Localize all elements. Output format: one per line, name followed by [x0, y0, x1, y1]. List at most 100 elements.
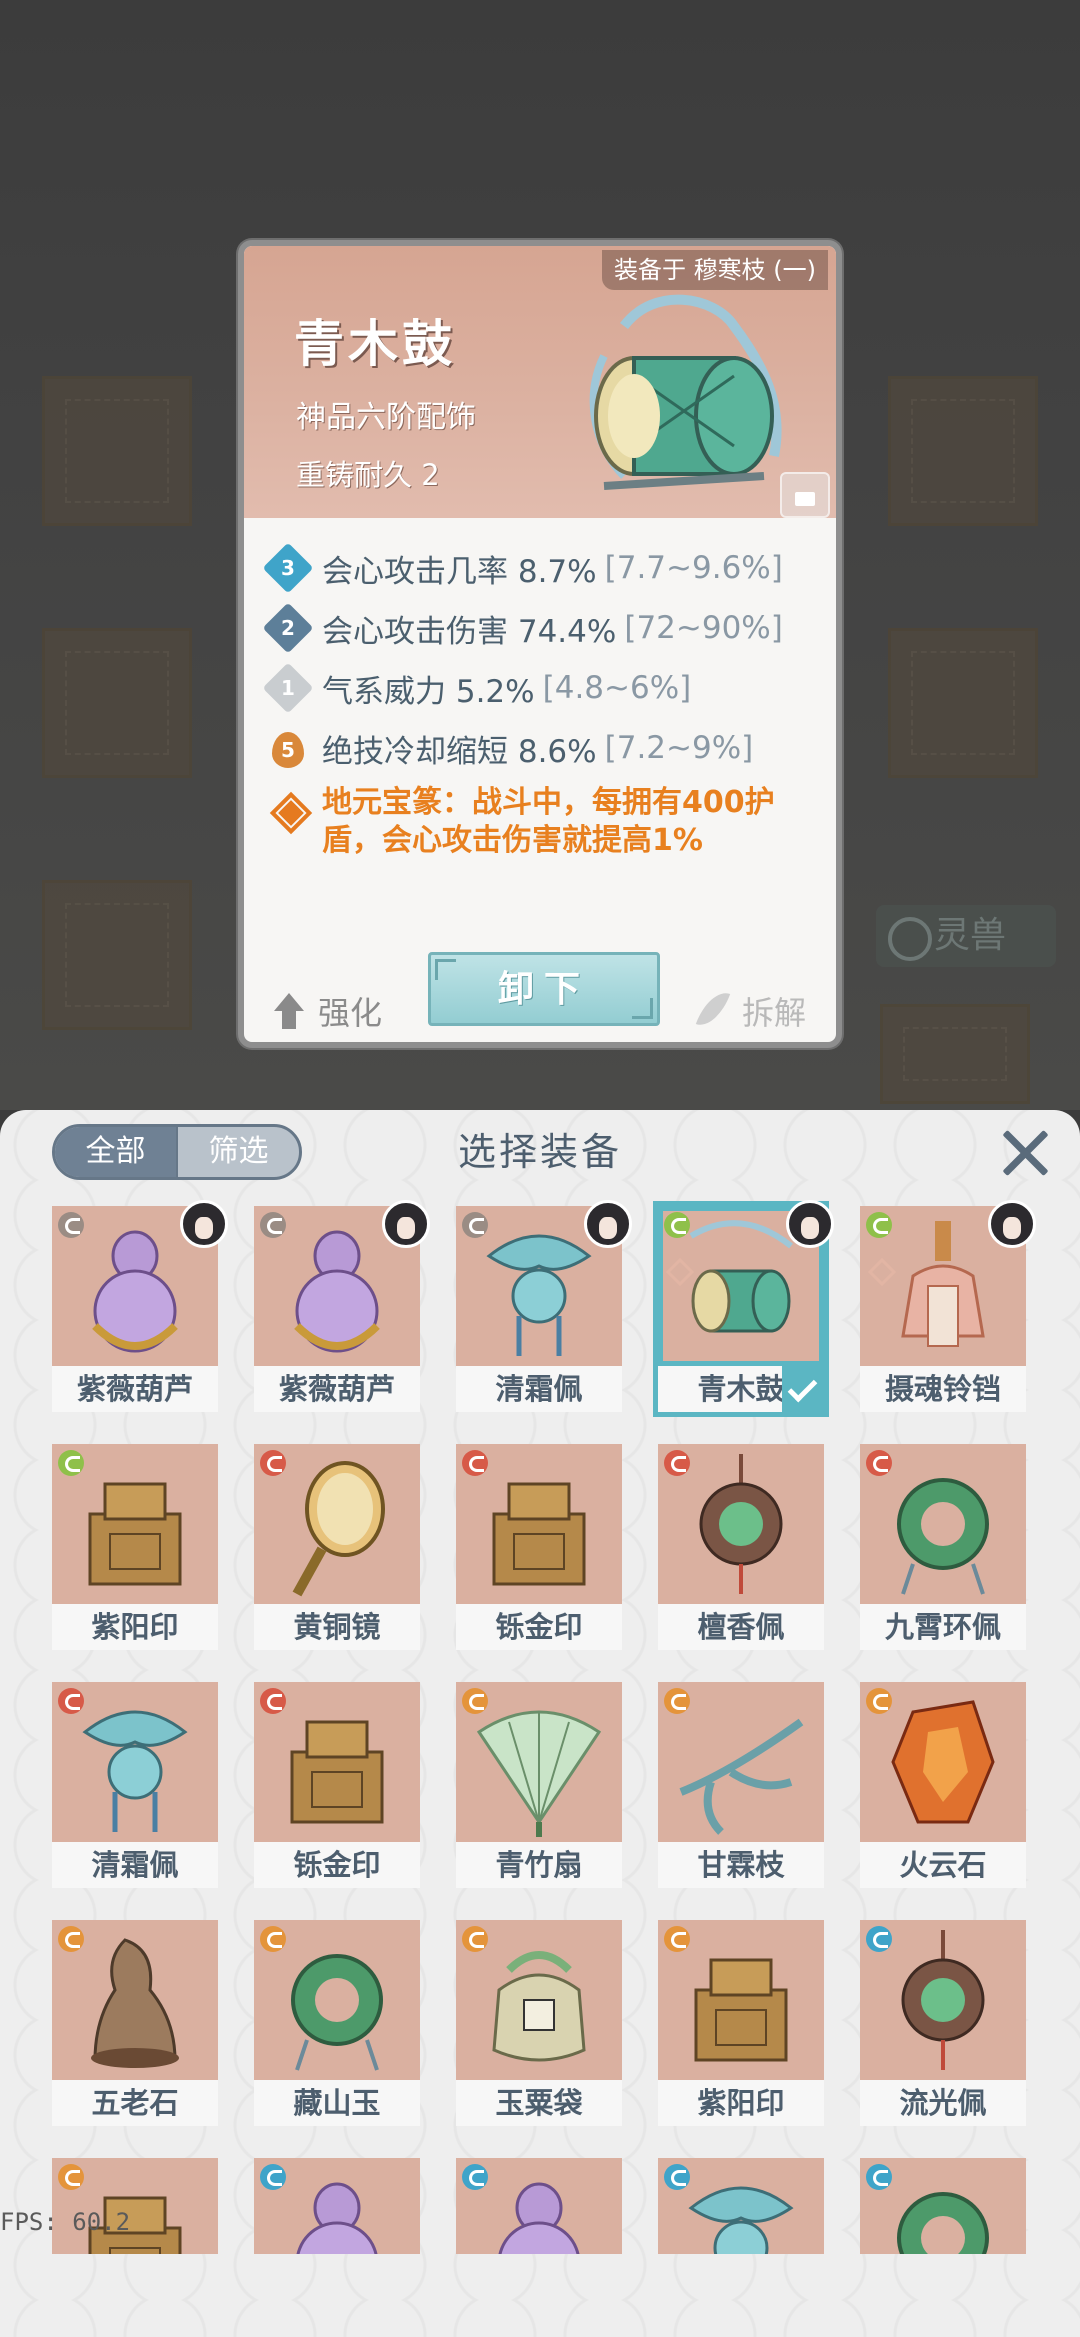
equipment-item[interactable]: 紫薇葫芦 — [254, 1200, 430, 1412]
element-type-icon — [462, 1450, 488, 1476]
element-type-icon — [260, 1450, 286, 1476]
detail-actions: 强化 卸下 拆解 — [244, 946, 836, 1042]
equipped-by-label: 装备于 穆寒枝 (一) — [602, 250, 828, 290]
equipment-item[interactable]: 清霜佩 — [456, 1200, 632, 1412]
gourd-icon — [498, 2182, 580, 2254]
element-type-icon — [462, 1926, 488, 1952]
stat-row: 3 会心攻击几率 8.7% [7.7~9.6%] — [262, 538, 826, 598]
lock-icon[interactable] — [780, 472, 830, 518]
gourd-icon — [296, 2182, 378, 2254]
stat-row: 2 会心攻击伤害 74.4% [72~90%] — [262, 598, 826, 658]
stat-text: 绝技冷却缩短 8.6% — [322, 733, 597, 770]
dismantle-button[interactable]: 拆解 — [696, 986, 806, 1036]
equipment-item[interactable]: 黄铜镜 — [254, 1444, 420, 1650]
set-mark-icon — [666, 1258, 690, 1282]
element-type-icon — [664, 2164, 690, 2190]
item-stats: 3 会心攻击几率 8.7% [7.7~9.6%] 2 会心攻击伤害 74.4% … — [262, 538, 826, 860]
stat-text: 会心攻击几率 8.7% — [322, 553, 597, 590]
bg-lingshou-tab: 灵兽 — [876, 905, 1056, 967]
check-icon — [782, 1366, 824, 1412]
strengthen-label: 强化 — [318, 994, 383, 1032]
stat-row: 5 绝技冷却缩短 8.6% [7.2~9%] — [266, 718, 826, 778]
equipped-hero-avatar — [988, 1200, 1036, 1248]
bg-talisman-slot — [888, 628, 1038, 778]
equipped-hero-avatar — [786, 1200, 834, 1248]
element-type-icon — [664, 1926, 690, 1952]
close-icon[interactable] — [1000, 1128, 1050, 1178]
skill-rune-icon — [270, 792, 306, 828]
equipment-item[interactable]: 铄金印 — [254, 1682, 420, 1888]
equipment-item[interactable]: 青木鼓 — [653, 1200, 834, 1417]
stat-level-icon: 1 — [262, 662, 314, 714]
equipment-item[interactable]: 檀香佩 — [658, 1444, 824, 1650]
element-type-icon — [260, 1926, 286, 1952]
up-arrow-icon — [274, 993, 304, 1029]
element-type-icon — [58, 1450, 84, 1476]
equipment-item[interactable] — [456, 2158, 622, 2254]
strengthen-button[interactable]: 强化 — [274, 986, 382, 1036]
item-name-label: 火云石 — [860, 1842, 1026, 1888]
item-name-label: 铄金印 — [254, 1842, 420, 1888]
equipment-item[interactable] — [860, 2158, 1026, 2254]
equipment-item[interactable]: 紫薇葫芦 — [52, 1200, 228, 1412]
pendant-icon — [82, 1710, 188, 1832]
item-name-label: 紫薇葫芦 — [52, 1366, 218, 1412]
equipped-hero-avatar — [584, 1200, 632, 1248]
element-type-icon — [866, 1212, 892, 1238]
equipment-item[interactable]: 流光佩 — [860, 1920, 1026, 2126]
bag-icon — [492, 1951, 586, 2062]
item-name-label: 青竹扇 — [456, 1842, 622, 1888]
equipment-item[interactable]: 清霜佩 — [52, 1682, 218, 1888]
element-type-icon — [260, 1212, 286, 1238]
item-name-label: 紫阳印 — [658, 2080, 824, 2126]
equipment-item[interactable] — [254, 2158, 420, 2254]
equipment-select-panel: 全部 筛选 选择装备 紫薇葫芦 紫薇葫芦 清霜佩 青木鼓 摄魂铃铛 紫阳印 黄铜镜 铄金印 檀香… — [0, 1110, 1080, 2337]
item-name-label: 清霜佩 — [456, 1366, 622, 1412]
item-durability: 重铸耐久 2 — [296, 458, 440, 492]
equipment-item[interactable]: 火云石 — [860, 1682, 1026, 1888]
element-type-icon — [462, 1688, 488, 1714]
equipment-item[interactable]: 铄金印 — [456, 1444, 622, 1650]
stat-level-icon: 3 — [262, 542, 314, 594]
equipment-item[interactable]: 紫阳印 — [658, 1920, 824, 2126]
stone-icon — [891, 1700, 995, 1824]
equipment-item[interactable]: 甘霖枝 — [658, 1682, 824, 1888]
seal-icon — [88, 1482, 182, 1586]
mirror-icon — [292, 1461, 385, 1597]
item-name-label: 五老石 — [52, 2080, 218, 2126]
item-name-label: 流光佩 — [860, 2080, 1026, 2126]
unequip-button[interactable]: 卸下 — [428, 952, 660, 1026]
equipment-item[interactable] — [52, 2158, 218, 2254]
jade-icon — [699, 1454, 783, 1594]
element-type-icon — [260, 1688, 286, 1714]
stat-text: 会心攻击伤害 74.4% — [322, 613, 617, 650]
seal-icon — [290, 1720, 384, 1824]
equipment-item[interactable]: 藏山玉 — [254, 1920, 420, 2126]
equipment-item[interactable]: 五老石 — [52, 1920, 218, 2126]
stat-text: 气系威力 5.2% — [322, 673, 535, 710]
fps-counter: FPS: 60.2 — [0, 2208, 131, 2236]
equipment-item[interactable]: 摄魂铃铛 — [860, 1200, 1036, 1412]
equipment-item[interactable]: 青竹扇 — [456, 1682, 622, 1888]
element-type-icon — [58, 1212, 84, 1238]
drum-item-icon — [589, 294, 782, 490]
element-type-icon — [664, 1450, 690, 1476]
item-name-label: 铄金印 — [456, 1604, 622, 1650]
equipment-item[interactable]: 紫阳印 — [52, 1444, 218, 1650]
equipment-item[interactable]: 玉粟袋 — [456, 1920, 622, 2126]
equipped-hero-avatar — [382, 1200, 430, 1248]
element-type-icon — [866, 1926, 892, 1952]
equipment-item[interactable] — [658, 2158, 824, 2254]
feather-icon — [696, 989, 730, 1033]
element-type-icon — [866, 2164, 892, 2190]
skill-text: 地元宝篆：战斗中，每拥有400护盾，会心攻击伤害就提高1% — [322, 785, 775, 858]
equipment-item[interactable]: 九霄环佩 — [860, 1444, 1026, 1650]
element-type-icon — [260, 2164, 286, 2190]
bg-boots-slot — [42, 880, 192, 1030]
element-type-icon — [58, 1926, 84, 1952]
stat-range: [7.2~9%] — [604, 730, 754, 766]
element-type-icon — [664, 1688, 690, 1714]
bg-armor-slot — [42, 628, 192, 778]
flame-level-icon: 5 — [270, 726, 306, 770]
panel-title: 选择装备 — [457, 1130, 622, 1174]
